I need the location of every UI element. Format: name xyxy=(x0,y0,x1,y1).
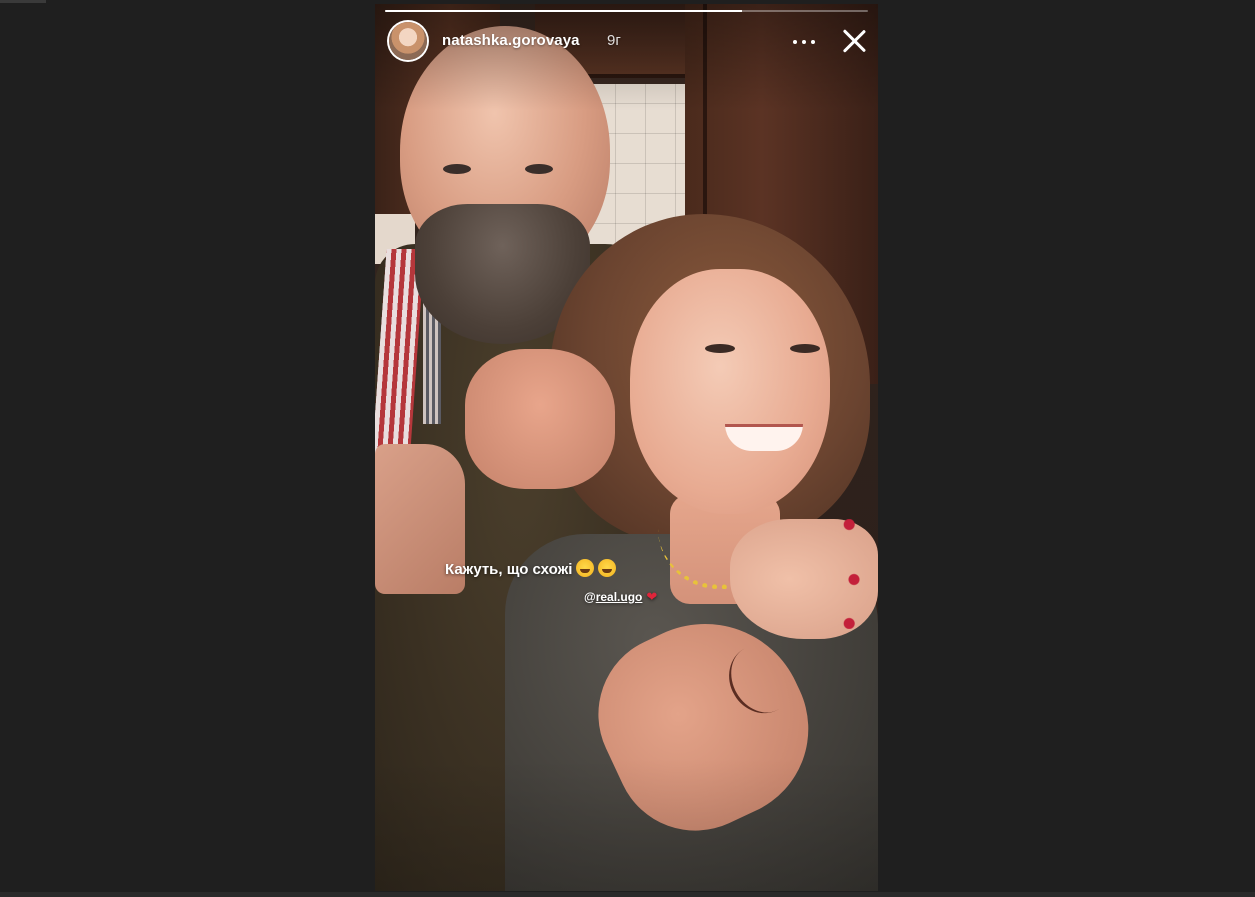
star-struck-emoji-icon xyxy=(576,559,595,577)
story-progress-bar xyxy=(385,10,868,12)
username-link[interactable]: natashka.gorovaya xyxy=(442,32,580,49)
more-dots-icon xyxy=(802,40,806,44)
window-edge-strip xyxy=(0,0,46,3)
mention-at-sign: @ xyxy=(584,590,596,604)
more-dots-icon xyxy=(811,40,815,44)
grinning-emoji-icon xyxy=(598,559,617,577)
red-heart-icon: ❤ xyxy=(646,589,658,604)
story-header: natashka.gorovaya 9г xyxy=(389,22,869,62)
close-button[interactable] xyxy=(839,26,869,56)
mention-handle[interactable]: real.ugo xyxy=(596,590,643,604)
story-time: 9г xyxy=(607,32,621,49)
caption-text: Кажуть, що схожі xyxy=(445,561,573,578)
story-caption: Кажуть, що схожі xyxy=(445,559,645,578)
story-viewer[interactable]: natashka.gorovaya 9г Кажуть, що схожі @r… xyxy=(375,4,878,891)
avatar[interactable] xyxy=(389,22,427,60)
mention-sticker[interactable]: @real.ugo ❤ xyxy=(584,589,657,605)
story-progress-fill xyxy=(385,10,743,12)
more-options-button[interactable] xyxy=(793,30,819,54)
bottom-edge-strip xyxy=(0,892,1255,897)
photo-vignette xyxy=(375,4,878,891)
more-dots-icon xyxy=(793,40,797,44)
